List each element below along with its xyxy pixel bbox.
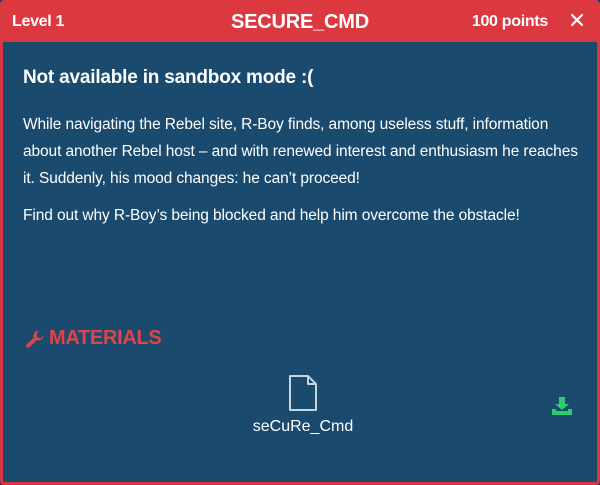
wrench-icon <box>26 330 44 348</box>
materials-heading: MATERIALS <box>25 327 162 350</box>
materials-label: MATERIALS <box>49 327 162 349</box>
dialog-content: Not available in sandbox mode :( While n… <box>23 42 578 229</box>
dialog-header: Level 1 SECURE_CMD 100 points <box>3 0 597 42</box>
download-icon[interactable] <box>551 396 573 416</box>
material-file-name[interactable]: seCuRe_Cmd <box>203 417 403 437</box>
description-paragraph: While navigating the Rebel site, R-Boy f… <box>23 116 578 187</box>
file-icon[interactable] <box>287 374 319 412</box>
points-label: 100 points <box>471 13 548 30</box>
challenge-dialog: Level 1 SECURE_CMD 100 points Not availa… <box>0 0 600 485</box>
close-icon[interactable] <box>569 12 585 28</box>
sandbox-notice-heading: Not available in sandbox mode :( <box>23 67 314 88</box>
task-paragraph: Find out why R-Boy’s being blocked and h… <box>23 207 520 224</box>
